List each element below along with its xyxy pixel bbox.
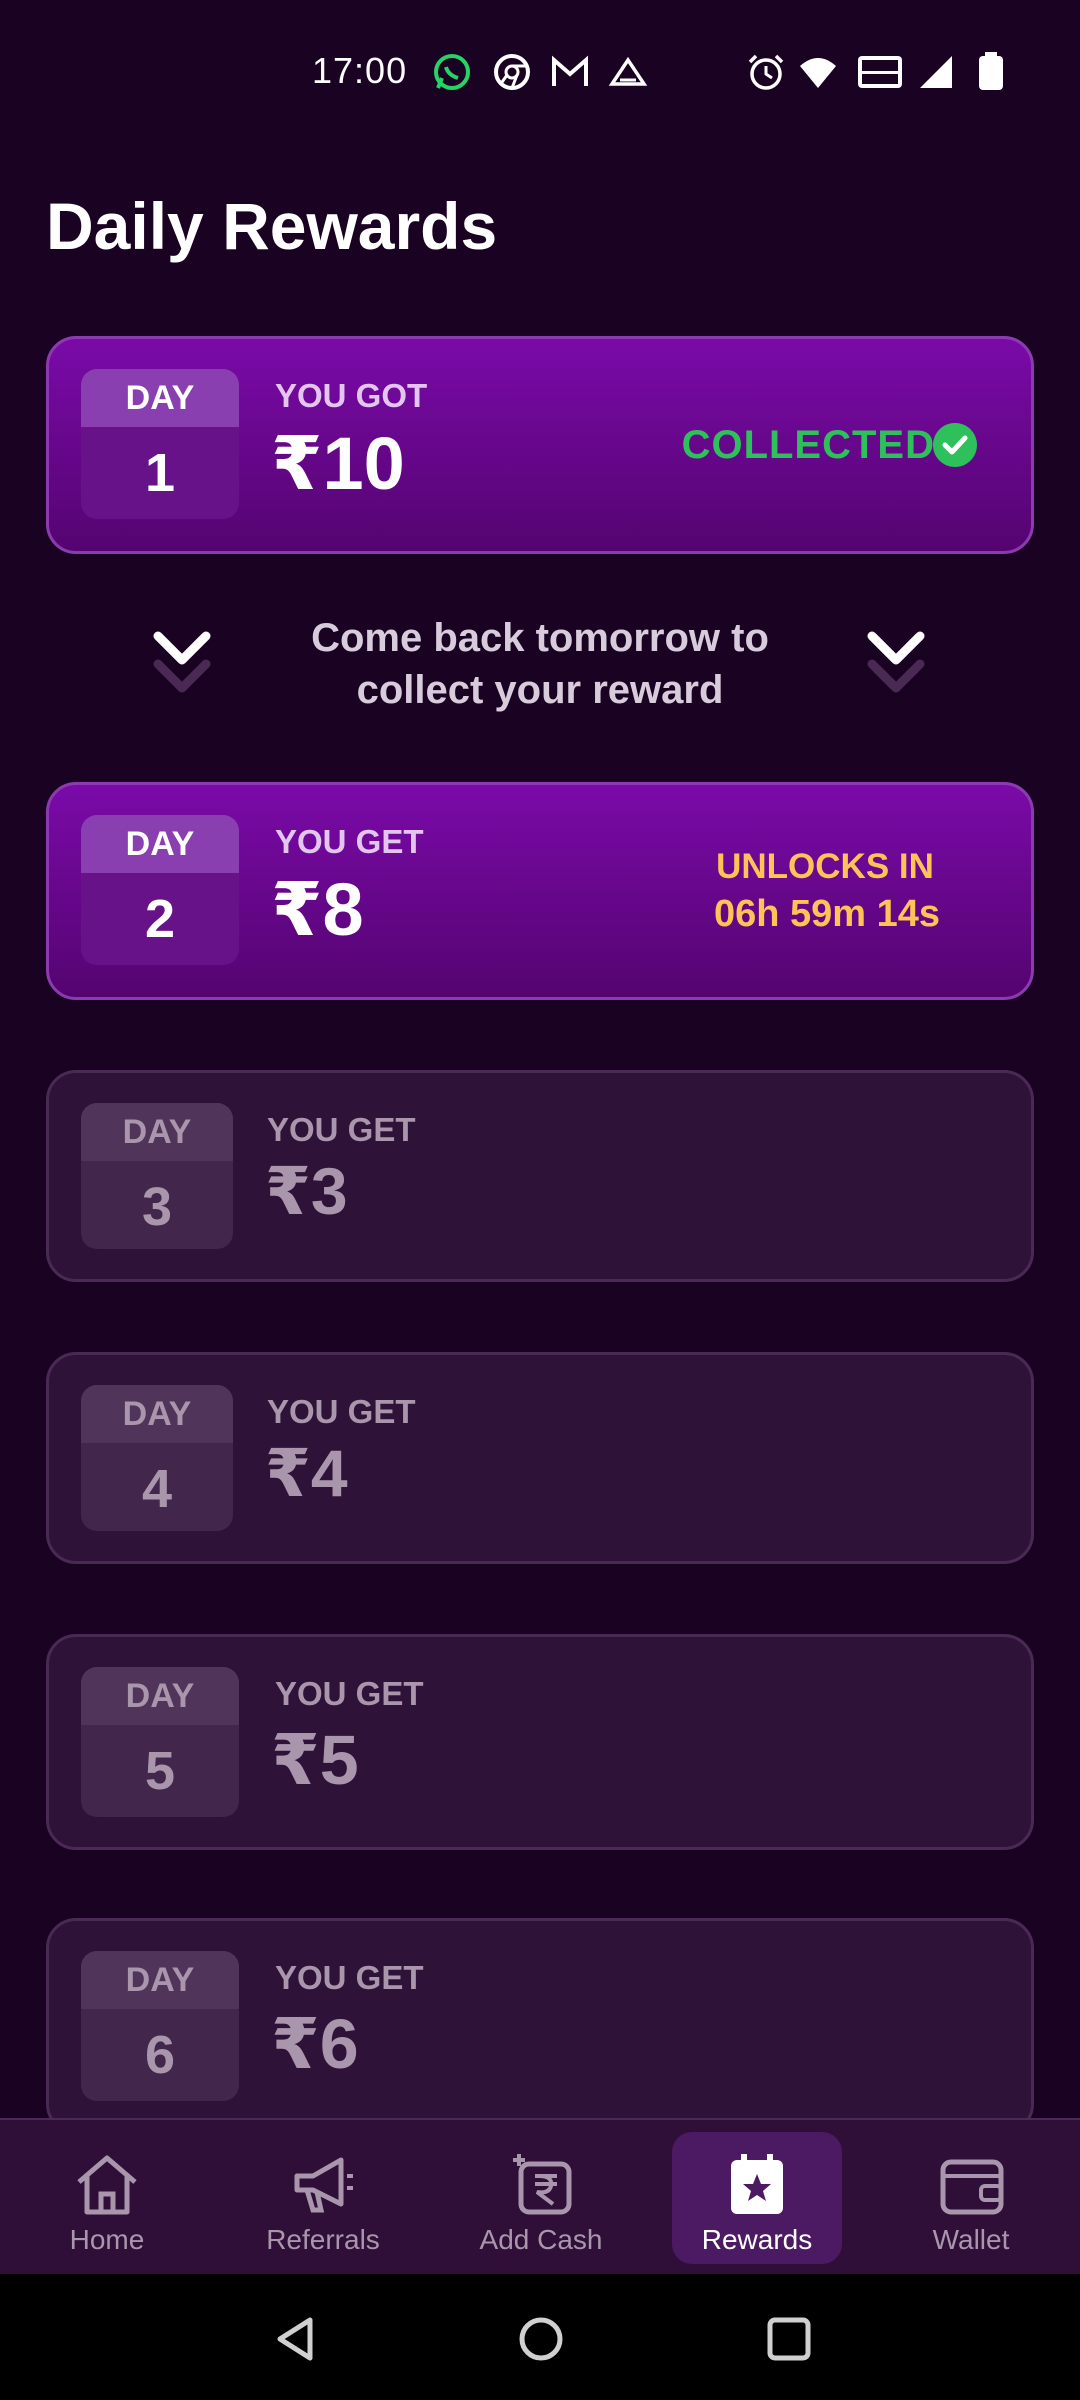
reward-card-day-5[interactable]: DAY 5 YOU GET ₹5: [46, 1634, 1034, 1850]
wifi-icon: [800, 58, 836, 88]
you-get-label: YOU GET: [275, 1675, 424, 1712]
chevron-down-icon: [153, 631, 211, 693]
home-icon: [77, 2155, 137, 2215]
nav-label: Add Cash: [479, 2224, 603, 2255]
reward-amount: ₹3: [265, 1154, 348, 1228]
day-badge: DAY 4: [81, 1385, 233, 1531]
reward-card-day-1[interactable]: DAY 1 YOU GOT ₹10 COLLECTED: [46, 336, 1034, 554]
day-label: DAY: [81, 815, 239, 873]
day-badge: DAY 1: [81, 369, 239, 519]
reward-card-day-4[interactable]: DAY 4 YOU GET ₹4: [46, 1352, 1034, 1564]
day-number: 6: [144, 2025, 176, 2085]
nav-label: Wallet: [932, 2224, 1010, 2255]
recents-icon[interactable]: [764, 2314, 814, 2364]
chevron-down-icon: [867, 631, 925, 693]
day-number: 3: [141, 1177, 173, 1237]
page-title: Daily Rewards: [46, 189, 498, 263]
alarm-icon: [748, 54, 784, 90]
vowifi-icon: [858, 56, 902, 88]
day-badge: DAY 6: [81, 1951, 239, 2101]
unlock-timer: 06h 59m 14s: [713, 893, 941, 935]
day-number: 2: [144, 889, 176, 949]
nav-add-cash[interactable]: Add Cash: [456, 2132, 626, 2264]
reward-amount: ₹8: [271, 868, 364, 951]
you-get-label: YOU GET: [275, 1959, 424, 1996]
unlock-label: UNLOCKS IN: [716, 847, 934, 886]
rewards-star-icon: [731, 2154, 783, 2214]
reward-card-day-6[interactable]: DAY 6 YOU GET ₹6: [46, 1918, 1034, 2134]
day-label: DAY: [81, 1667, 239, 1725]
gmail-icon: [552, 55, 588, 86]
nav-label: Home: [69, 2224, 145, 2255]
reward-amount: ₹4: [265, 1436, 348, 1510]
you-get-label: YOU GET: [275, 823, 424, 860]
status-bar: 17:00: [0, 0, 1080, 140]
day-label: DAY: [81, 1385, 233, 1443]
day-badge: DAY 3: [81, 1103, 233, 1249]
reward-amount: ₹10: [271, 422, 405, 505]
reward-amount: ₹5: [271, 1721, 359, 1799]
you-get-label: YOU GET: [267, 1393, 416, 1430]
nav-wallet[interactable]: Wallet: [886, 2132, 1056, 2264]
wallet-icon: [940, 2159, 1004, 2215]
day-number: 1: [144, 443, 176, 503]
day-badge: DAY 5: [81, 1667, 239, 1817]
status-time: 17:00: [312, 50, 408, 91]
signal-icon: [920, 56, 952, 88]
check-icon: [933, 423, 977, 467]
day-label: DAY: [81, 1951, 239, 2009]
reward-card-day-2[interactable]: DAY 2 YOU GET ₹8 UNLOCKS IN 06h 59m 14s: [46, 782, 1034, 1000]
battery-icon: [979, 52, 1003, 90]
comeback-line-1: Come back tomorrow to: [311, 616, 769, 660]
nav-referrals[interactable]: Referrals: [238, 2132, 408, 2264]
comeback-message: Come back tomorrow to collect your rewar…: [240, 612, 840, 716]
comeback-line-2: collect your reward: [356, 668, 724, 712]
nav-label: Referrals: [266, 2224, 380, 2255]
whatsapp-icon: [434, 54, 470, 90]
megaphone-icon: [294, 2157, 353, 2213]
day-number: 4: [141, 1459, 173, 1519]
day-badge: DAY 2: [81, 815, 239, 965]
app-notification-icon: [608, 56, 648, 86]
nav-home[interactable]: Home: [22, 2132, 192, 2264]
reward-amount: ₹6: [271, 2005, 359, 2083]
bottom-nav: Home Referrals Add Cash Rewards Wallet: [0, 2118, 1080, 2274]
add-cash-icon: [513, 2154, 572, 2215]
home-circle-icon[interactable]: [516, 2314, 566, 2364]
nav-rewards[interactable]: Rewards: [672, 2132, 842, 2264]
nav-label: Rewards: [701, 2224, 813, 2255]
day-label: DAY: [81, 369, 239, 427]
back-icon[interactable]: [270, 2314, 320, 2364]
day-label: DAY: [81, 1103, 233, 1161]
reward-card-day-3[interactable]: DAY 3 YOU GET ₹3: [46, 1070, 1034, 1282]
you-got-label: YOU GOT: [275, 377, 428, 414]
chrome-icon: [494, 54, 530, 90]
day-number: 5: [144, 1741, 176, 1801]
system-nav-bar: [0, 2274, 1080, 2400]
you-get-label: YOU GET: [267, 1111, 416, 1148]
collected-status: COLLECTED: [681, 423, 935, 467]
